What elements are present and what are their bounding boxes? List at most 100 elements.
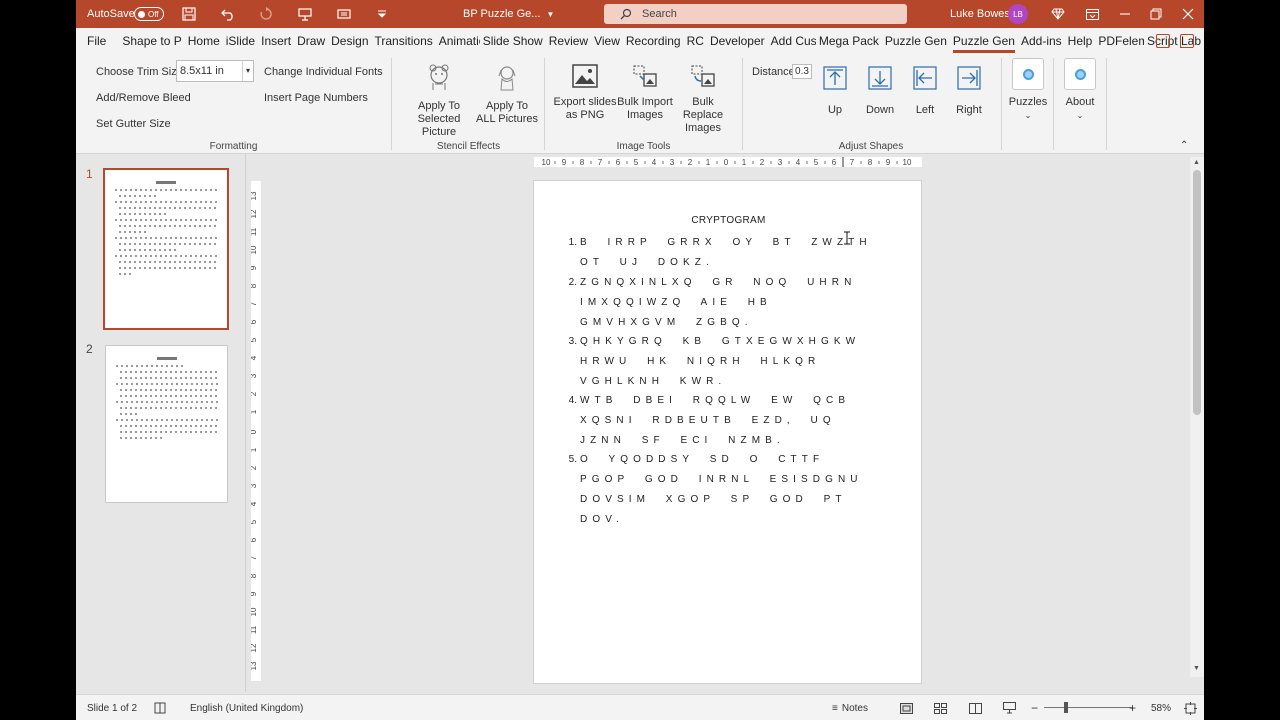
tab-help[interactable]: Help xyxy=(1065,28,1096,54)
collapse-ribbon-icon[interactable]: ⌃ xyxy=(1180,140,1188,151)
language-indicator[interactable]: English (United Kingdom) xyxy=(190,695,303,720)
move-down-button[interactable]: Down xyxy=(862,66,898,117)
puzzle-line[interactable]: DOVSIM XGOP SP GOD PT xyxy=(580,494,847,505)
move-up-button[interactable]: Up xyxy=(820,66,850,117)
trim-size-select[interactable]: 8.5x11 in ▾ xyxy=(176,60,254,82)
zoom-out-button[interactable]: − xyxy=(1031,695,1038,720)
slide-title[interactable]: CRYPTOGRAM xyxy=(534,215,923,226)
apply-to-all-pictures-button[interactable]: Apply To ALL Pictures xyxy=(476,62,538,126)
zoom-in-button[interactable]: + xyxy=(1129,695,1136,720)
tab-recording[interactable]: Recording xyxy=(623,28,684,54)
slide-thumbnail-2[interactable] xyxy=(105,345,228,503)
comments-icon[interactable] xyxy=(1180,34,1194,48)
tab-puzzle-gen-active[interactable]: Puzzle Gen xyxy=(950,28,1018,54)
export-slides-as-png-button[interactable]: Export slides as PNG xyxy=(552,64,618,122)
tab-rc[interactable]: RC xyxy=(684,28,707,54)
about-menu-button[interactable]: About ⌄ xyxy=(1060,58,1100,122)
puzzle-line[interactable]: JZNN SF ECI NZMB. xyxy=(580,435,785,446)
puzzles-menu-button[interactable]: Puzzles ⌄ xyxy=(1008,58,1048,122)
scroll-up-icon[interactable]: ▲ xyxy=(1193,159,1200,166)
restore-icon[interactable] xyxy=(1150,0,1162,28)
tab-design[interactable]: Design xyxy=(328,28,371,54)
tab-add-custom[interactable]: Add Custom xyxy=(768,28,816,54)
tab-insert[interactable]: Insert xyxy=(258,28,294,54)
ribbon-display-icon[interactable] xyxy=(1086,0,1099,28)
tab-pdfelement[interactable]: PDFelement xyxy=(1095,28,1144,54)
slide-thumbnail-1[interactable] xyxy=(103,168,229,330)
puzzle-line[interactable]: GMVHXGVM ZGBQ. xyxy=(580,317,753,328)
normal-view-icon[interactable] xyxy=(900,695,913,720)
svg-text:7: 7 xyxy=(251,301,258,306)
slide-sorter-icon[interactable] xyxy=(934,695,947,720)
layout-icon[interactable] xyxy=(337,0,351,28)
scrollbar-thumb[interactable] xyxy=(1193,170,1201,415)
close-icon[interactable] xyxy=(1182,0,1194,28)
undo-icon[interactable] xyxy=(221,0,235,28)
accessibility-icon[interactable] xyxy=(154,695,166,720)
tab-view[interactable]: View xyxy=(591,28,623,54)
fit-slide-icon[interactable] xyxy=(1184,695,1197,720)
tab-islide[interactable]: iSlide xyxy=(223,28,258,54)
puzzle-line[interactable]: ZGNQXINLXQ GR NOQ UHRN xyxy=(580,277,856,288)
puzzle-line[interactable]: O YQODDSY SD O CTTF xyxy=(580,454,824,465)
share-icon[interactable] xyxy=(1156,34,1170,48)
tab-animations[interactable]: Animations xyxy=(436,28,480,54)
slideshow-view-icon[interactable] xyxy=(1003,695,1016,720)
user-name[interactable]: Luke Bowes xyxy=(950,0,1010,28)
document-title[interactable]: BP Puzzle Ge... ▼ xyxy=(463,0,554,28)
customize-qat-icon[interactable] xyxy=(377,0,387,28)
scroll-down-icon[interactable]: ▼ xyxy=(1193,665,1200,672)
diamond-icon[interactable] xyxy=(1051,0,1065,28)
tab-transitions[interactable]: Transitions xyxy=(372,28,436,54)
move-right-button[interactable]: Right xyxy=(954,66,984,117)
tab-shape-to-p[interactable]: Shape to P xyxy=(119,28,184,54)
puzzle-line[interactable]: QHKYGRQ KB GTXEGWXHGKW xyxy=(580,336,860,347)
puzzle-line[interactable]: DOV. xyxy=(580,514,624,525)
tab-draw[interactable]: Draw xyxy=(294,28,328,54)
puzzle-line[interactable]: OT UJ DOKZ. xyxy=(580,257,714,268)
bulk-replace-images-button[interactable]: Bulk Replace Images xyxy=(672,64,734,135)
add-remove-bleed-button[interactable]: Add/Remove Bleed xyxy=(96,92,191,104)
puzzle-line[interactable]: PGOP GOD INRNL ESISDGNU xyxy=(580,474,863,485)
redo-icon[interactable] xyxy=(259,0,273,28)
zoom-level[interactable]: 58% xyxy=(1151,695,1171,720)
reading-view-icon[interactable] xyxy=(969,695,982,720)
tab-script-lab[interactable]: Script Lab xyxy=(1144,28,1204,54)
svg-text:5: 5 xyxy=(251,337,258,342)
minimize-icon[interactable] xyxy=(1119,0,1131,28)
insert-page-numbers-button[interactable]: Insert Page Numbers xyxy=(264,92,368,104)
slide-canvas[interactable]: CRYPTOGRAM 1. B IRRP GRRX OY BT ZWZTH OT… xyxy=(533,180,922,684)
tab-home[interactable]: Home xyxy=(185,28,223,54)
present-icon[interactable] xyxy=(298,0,312,28)
vertical-scrollbar[interactable]: ▲ ▼ xyxy=(1190,157,1204,677)
puzzle-line[interactable]: B IRRP GRRX OY BT ZWZTH xyxy=(580,237,872,248)
puzzle-line[interactable]: IMXQQIWZQ AIE HB xyxy=(580,297,772,308)
tab-add-ins[interactable]: Add-ins xyxy=(1018,28,1065,54)
puzzle-line[interactable]: WTB DBEI RQQLW EW QCB xyxy=(580,395,850,406)
tab-file[interactable]: File xyxy=(84,28,109,54)
tab-puzzle-gen-1[interactable]: Puzzle Gen xyxy=(882,28,950,54)
move-left-button[interactable]: Left xyxy=(910,66,940,117)
search-icon xyxy=(620,8,632,20)
puzzle-number: 1. xyxy=(568,237,577,248)
zoom-slider[interactable] xyxy=(1044,707,1132,708)
zoom-slider-thumb[interactable] xyxy=(1064,702,1068,713)
bulk-import-images-button[interactable]: Bulk Import Images xyxy=(615,64,675,122)
puzzle-line[interactable]: HRWU HK NIQRH HLKQR xyxy=(580,356,820,367)
avatar[interactable]: LB xyxy=(1008,0,1028,28)
distance-input[interactable]: 0.3 xyxy=(792,64,812,79)
notes-button[interactable]: ≡ Notes xyxy=(832,695,868,720)
tab-slide-show[interactable]: Slide Show xyxy=(480,28,546,54)
autosave-toggle[interactable]: Off xyxy=(134,0,164,28)
save-icon[interactable] xyxy=(182,0,196,28)
set-gutter-size-button[interactable]: Set Gutter Size xyxy=(96,118,171,130)
tab-developer[interactable]: Developer xyxy=(707,28,768,54)
apply-to-selected-picture-button[interactable]: Apply To Selected Picture xyxy=(401,62,477,139)
tab-mega-pack[interactable]: Mega Pack xyxy=(816,28,882,54)
puzzle-line[interactable]: XQSNI RDBEUTB EZD, UQ xyxy=(580,415,836,426)
tab-review[interactable]: Review xyxy=(546,28,591,54)
puzzle-line[interactable]: VGHLKNH KWR. xyxy=(580,376,726,387)
stencil-effects-group-label: Stencil Effects xyxy=(436,141,501,152)
change-individual-fonts-button[interactable]: Change Individual Fonts xyxy=(264,66,383,78)
search-input[interactable]: Search xyxy=(604,4,907,24)
